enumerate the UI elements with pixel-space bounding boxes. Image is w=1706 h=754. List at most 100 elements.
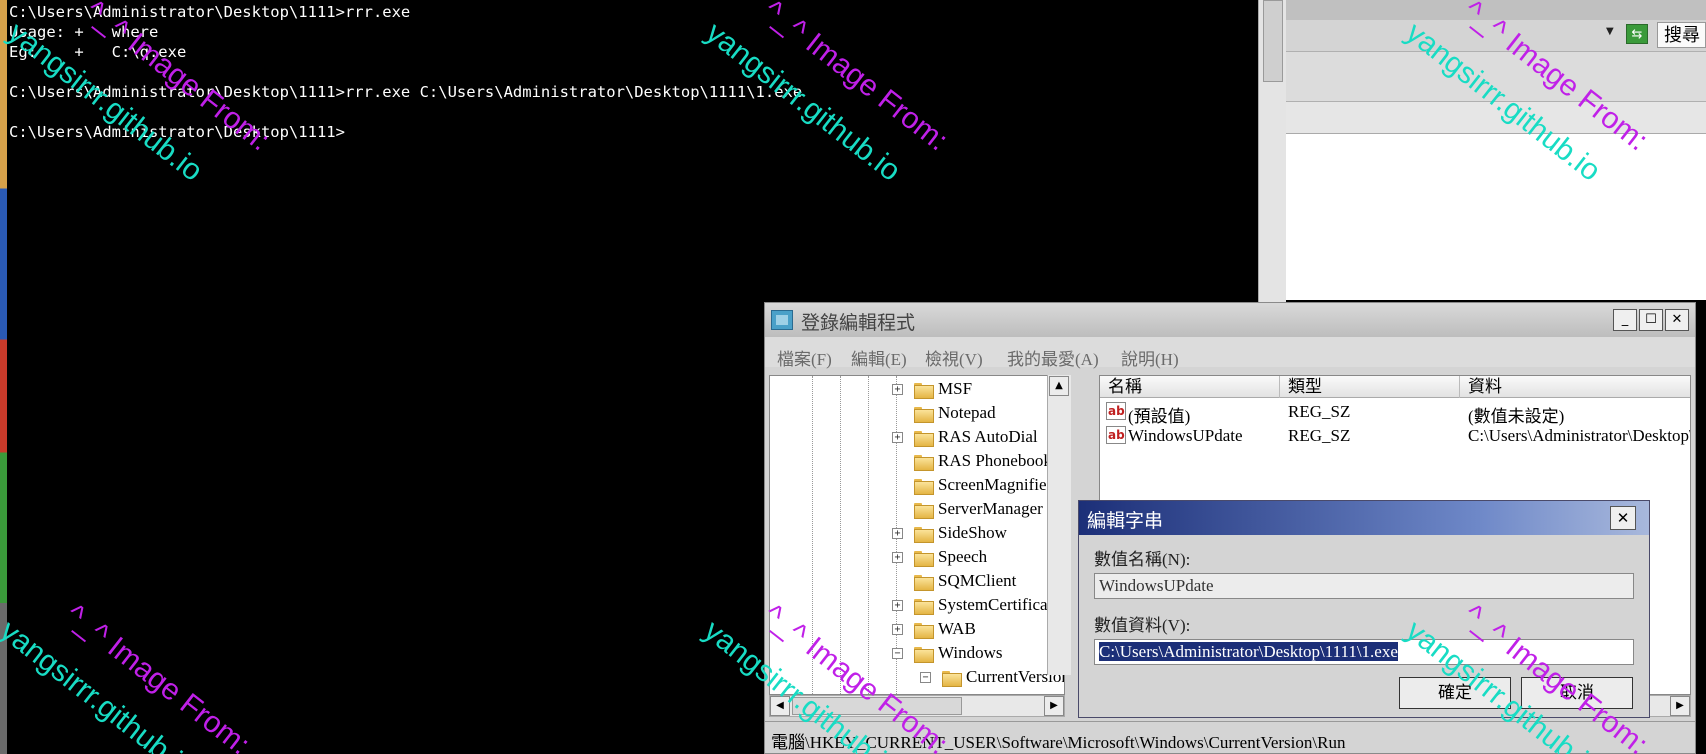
expand-icon[interactable]: + bbox=[892, 384, 903, 395]
folder-icon bbox=[914, 645, 934, 663]
tree-item[interactable]: + MSF bbox=[770, 378, 1050, 402]
tree-item-label: Notepad bbox=[938, 403, 996, 422]
list-item[interactable]: ab WindowsUPdate REG_SZ C:\Users\Adminis… bbox=[1100, 424, 1691, 448]
background-window: ▼ ⇆ 搜尋 bbox=[1286, 0, 1706, 300]
tree-item-label: RAS Phonebook bbox=[938, 451, 1052, 470]
minimize-button[interactable]: _ bbox=[1613, 309, 1637, 331]
tree-item[interactable]: RAS Phonebook bbox=[770, 450, 1052, 474]
cancel-button[interactable]: 取消 bbox=[1521, 677, 1633, 709]
tree-item-label: SideShow bbox=[938, 523, 1007, 542]
selected-text: C:\Users\Administrator\Desktop\1111\1.ex… bbox=[1099, 642, 1398, 661]
tree-item[interactable]: + WAB bbox=[770, 618, 1050, 642]
tree-item-label: WAB bbox=[938, 619, 976, 638]
dropdown-arrow-icon[interactable]: ▼ bbox=[1606, 26, 1614, 37]
value-data: C:\Users\Administrator\Desktop\ bbox=[1468, 426, 1691, 445]
tree-item[interactable]: Notepad bbox=[770, 402, 1050, 426]
expand-icon[interactable]: + bbox=[892, 624, 903, 635]
console-line: Usage: + where bbox=[9, 23, 159, 41]
folder-icon bbox=[914, 381, 934, 399]
string-value-icon: ab bbox=[1106, 426, 1126, 444]
tree-item[interactable]: ServerManager bbox=[770, 498, 1050, 522]
value-type: REG_SZ bbox=[1288, 402, 1351, 421]
dialog-titlebar[interactable]: 編輯字串 ✕ bbox=[1079, 501, 1649, 535]
registry-tree[interactable]: + MSF Notepad + RAS AutoDial RAS Phonebo… bbox=[769, 375, 1065, 695]
expand-icon[interactable]: + bbox=[892, 600, 903, 611]
menu-help[interactable]: 說明(H) bbox=[1121, 345, 1179, 370]
refresh-icon[interactable]: ⇆ bbox=[1626, 24, 1648, 44]
value-name-field: WindowsUPdate bbox=[1094, 573, 1634, 599]
tree-item[interactable]: + RAS AutoDial bbox=[770, 426, 1050, 450]
tree-item[interactable]: + SideShow bbox=[770, 522, 1050, 546]
background-titlebar bbox=[1286, 0, 1706, 20]
string-value-icon: ab bbox=[1106, 402, 1126, 420]
menu-favorites[interactable]: 我的最愛(A) bbox=[1007, 345, 1099, 370]
ok-button[interactable]: 確定 bbox=[1399, 677, 1511, 709]
tree-item[interactable]: + SystemCertificates bbox=[770, 594, 1064, 618]
tree-item-label: RAS AutoDial bbox=[938, 427, 1038, 446]
scroll-right-icon[interactable]: ▶ bbox=[1670, 696, 1690, 716]
scroll-left-icon[interactable]: ◀ bbox=[770, 696, 790, 716]
console-line: C:\Users\Administrator\Desktop\1111>rrr.… bbox=[9, 83, 803, 101]
tree-item-label: SystemCertificates bbox=[938, 595, 1065, 614]
status-bar: 電腦\HKEY_CURRENT_USER\Software\Microsoft\… bbox=[765, 721, 1695, 753]
tree-item-label: SQMClient bbox=[938, 571, 1017, 590]
background-toolbar-row bbox=[1286, 102, 1706, 134]
dialog-title: 編輯字串 bbox=[1087, 511, 1164, 532]
folder-icon bbox=[914, 573, 934, 591]
folder-icon bbox=[914, 621, 934, 639]
tree-horizontal-scrollbar[interactable]: ◀ ▶ bbox=[769, 695, 1065, 717]
folder-icon bbox=[914, 549, 934, 567]
registry-titlebar[interactable]: 登錄編輯程式 _ ☐ ✕ bbox=[765, 303, 1695, 337]
menu-edit[interactable]: 編輯(E) bbox=[851, 345, 907, 370]
menu-file[interactable]: 檔案(F) bbox=[777, 345, 832, 370]
console-line: C:\Users\Administrator\Desktop\1111>rrr.… bbox=[9, 3, 411, 21]
menu-bar: 檔案(F) 編輯(E) 檢視(V) 我的最愛(A) 說明(H) bbox=[765, 337, 1695, 370]
tree-vertical-scrollbar[interactable]: ▲ bbox=[1047, 375, 1071, 675]
scroll-thumb[interactable] bbox=[792, 697, 962, 715]
value-data-field[interactable]: C:\Users\Administrator\Desktop\1111\1.ex… bbox=[1094, 639, 1634, 665]
folder-icon bbox=[914, 477, 934, 495]
column-name[interactable]: 名稱 bbox=[1100, 376, 1280, 398]
value-name: WindowsUPdate bbox=[1128, 426, 1243, 445]
collapse-icon[interactable]: − bbox=[892, 648, 903, 659]
tree-item-label: Windows bbox=[938, 643, 1003, 662]
folder-icon bbox=[914, 597, 934, 615]
edit-string-dialog[interactable]: 編輯字串 ✕ 數值名稱(N): WindowsUPdate 數值資料(V): C… bbox=[1078, 500, 1650, 718]
expand-icon[interactable]: + bbox=[892, 528, 903, 539]
scroll-right-icon[interactable]: ▶ bbox=[1044, 696, 1064, 716]
tree-item[interactable]: SQMClient bbox=[770, 570, 1050, 594]
close-icon[interactable]: ✕ bbox=[1610, 506, 1636, 530]
tree-item[interactable]: − CurrentVersion bbox=[770, 666, 1064, 690]
value-name-label: 數值名稱(N): bbox=[1094, 550, 1191, 569]
regedit-app-icon bbox=[771, 310, 793, 330]
folder-icon bbox=[914, 453, 934, 471]
collapse-icon[interactable]: − bbox=[920, 672, 931, 683]
console-scroll-thumb[interactable] bbox=[1263, 0, 1283, 82]
console-prompt: C:\Users\Administrator\Desktop\1111> bbox=[9, 123, 345, 141]
menu-view[interactable]: 檢視(V) bbox=[925, 345, 983, 370]
tree-item-label: Speech bbox=[938, 547, 988, 566]
tree-item[interactable]: − Windows bbox=[770, 642, 1050, 666]
column-data[interactable]: 資料 bbox=[1460, 376, 1690, 398]
taskbar-edge bbox=[0, 0, 7, 754]
column-type[interactable]: 類型 bbox=[1280, 376, 1460, 398]
close-button[interactable]: ✕ bbox=[1665, 309, 1689, 331]
search-button[interactable]: 搜尋 bbox=[1657, 22, 1706, 48]
console-output: C:\Users\Administrator\Desktop\1111>rrr.… bbox=[9, 2, 802, 142]
expand-icon[interactable]: + bbox=[892, 552, 903, 563]
background-toolbar: ▼ ⇆ 搜尋 bbox=[1286, 20, 1706, 52]
registry-path: 電腦\HKEY_CURRENT_USER\Software\Microsoft\… bbox=[771, 733, 1346, 752]
maximize-button[interactable]: ☐ bbox=[1639, 309, 1663, 331]
folder-icon bbox=[914, 501, 934, 519]
console-line: Eg: + C:\q.exe bbox=[9, 43, 187, 61]
tree-item-label: MSF bbox=[938, 379, 973, 398]
tree-item[interactable]: + Speech bbox=[770, 546, 1050, 570]
expand-icon[interactable]: + bbox=[892, 432, 903, 443]
list-header: 名稱 類型 資料 bbox=[1100, 376, 1690, 398]
list-item[interactable]: ab (預設值) REG_SZ (數值未設定) bbox=[1100, 400, 1690, 426]
tree-item[interactable]: ScreenMagnifier bbox=[770, 474, 1052, 498]
folder-icon bbox=[942, 669, 962, 687]
scroll-up-icon[interactable]: ▲ bbox=[1049, 376, 1069, 396]
